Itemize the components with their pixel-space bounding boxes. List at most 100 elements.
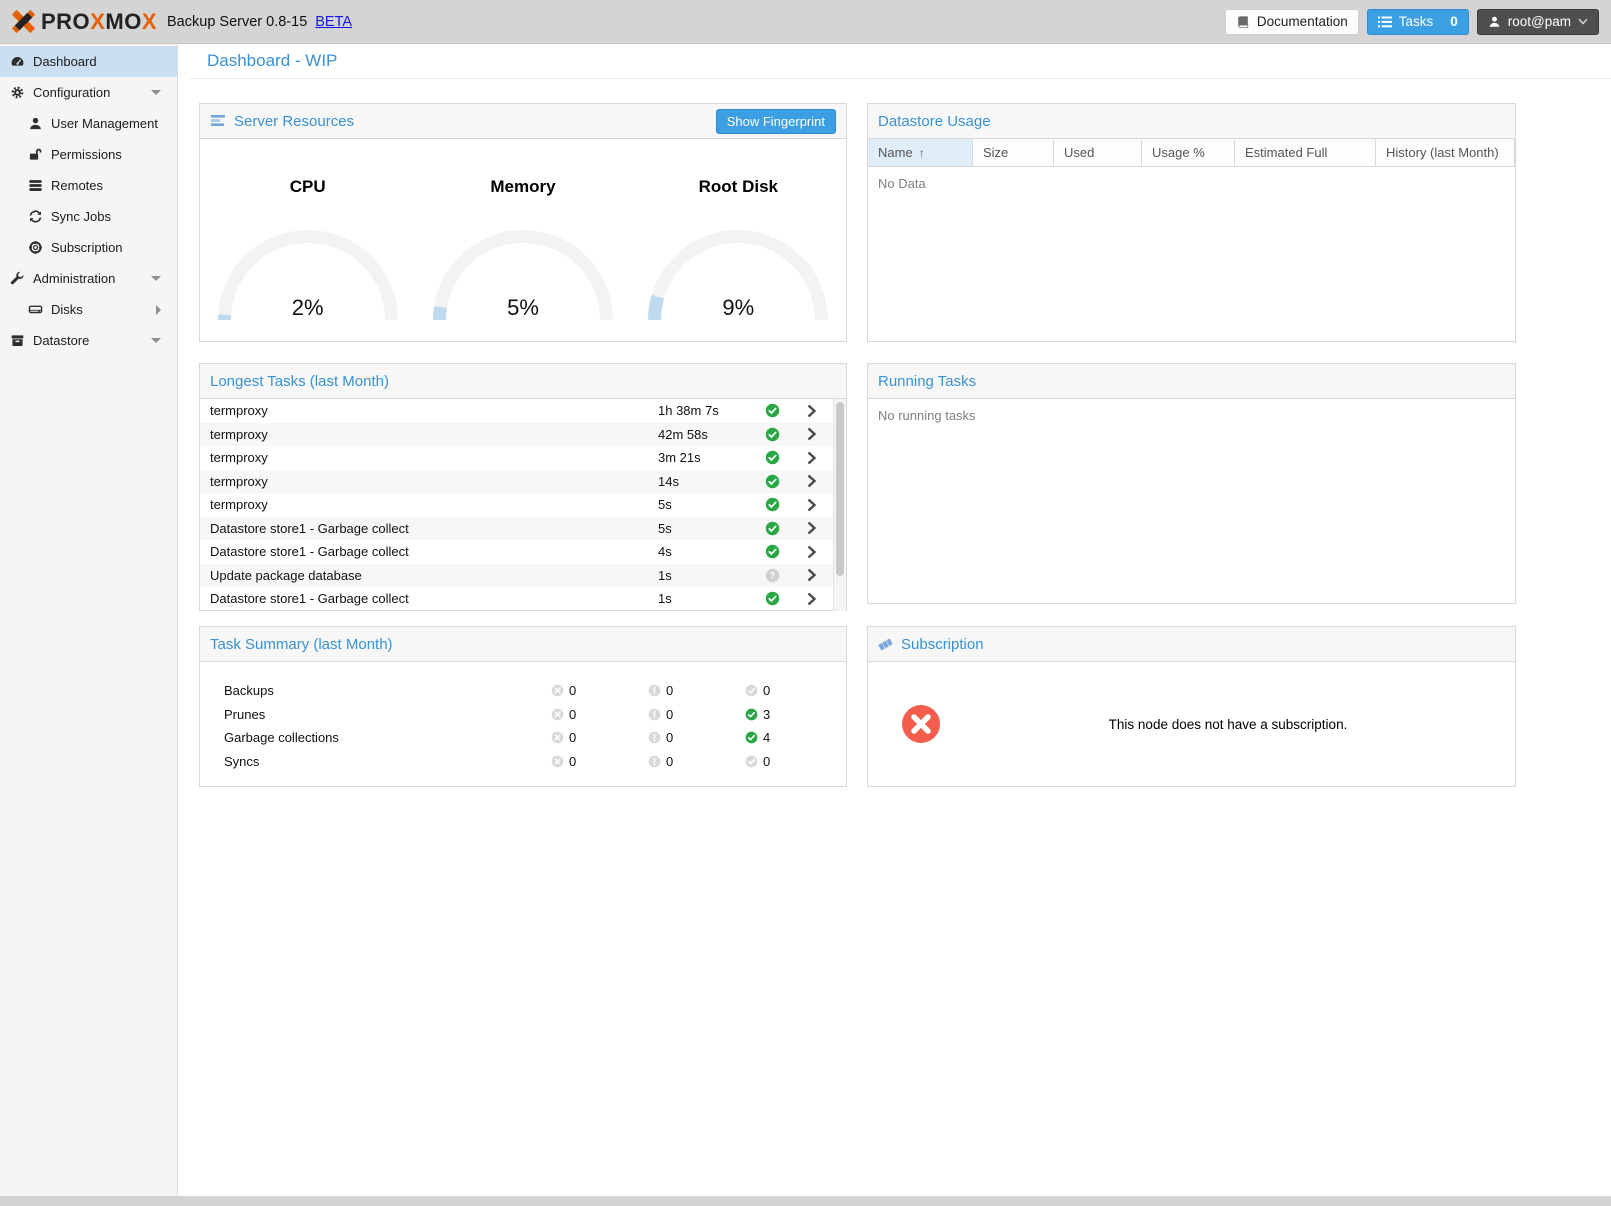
proxmox-x-mark-icon (10, 8, 37, 35)
datastore-usage-table-header: Name ↑ Size Used Usage % Estimated Full … (868, 139, 1515, 167)
column-header-history[interactable]: History (last Month) (1376, 139, 1515, 166)
sidebar-item-configuration[interactable]: Configuration (0, 77, 177, 108)
subscription-message: This node does not have a subscription. (941, 717, 1515, 732)
sidebar-item-user-management[interactable]: User Management (0, 108, 177, 139)
sidebar-item-subscription[interactable]: Subscription (0, 232, 177, 263)
summary-row: Backups 0 0 0 (200, 679, 846, 703)
no-data-text: No Data (868, 167, 1515, 200)
check-circle-icon (745, 731, 758, 744)
user-icon (1488, 15, 1501, 28)
cpu-gauge: CPU 2% (212, 177, 404, 323)
subscription-body: This node does not have a subscription. (868, 662, 1515, 786)
longest-tasks-header: Longest Tasks (last Month) (200, 364, 846, 399)
exclamation-circle-icon (648, 755, 661, 768)
task-row[interactable]: termproxy 1h 38m 7s ? (200, 399, 846, 423)
wrench-icon (10, 271, 25, 286)
panel-title: Longest Tasks (last Month) (210, 373, 389, 390)
task-row[interactable]: Datastore store1 - Garbage collect 4s ? (200, 540, 846, 564)
column-header-used[interactable]: Used (1054, 139, 1142, 166)
check-circle-icon (745, 684, 758, 697)
longest-tasks-list: termproxy 1h 38m 7s ? termproxy 42m 58s … (200, 399, 846, 611)
memory-gauge: Memory 5% (427, 177, 619, 323)
longest-tasks-panel: Longest Tasks (last Month) termproxy 1h … (199, 363, 847, 611)
sidebar-item-administration[interactable]: Administration (0, 263, 177, 294)
collapse-arrow-icon[interactable] (156, 305, 161, 315)
chevron-right-icon[interactable] (790, 474, 832, 488)
chevron-down-icon (1578, 18, 1588, 25)
task-row[interactable]: Datastore store1 - Garbage collect 5s ? (200, 517, 846, 541)
beta-link[interactable]: BETA (315, 14, 352, 30)
expand-arrow-icon[interactable] (151, 90, 161, 95)
task-status-icon: ? (754, 521, 790, 536)
support-icon (28, 240, 43, 255)
server-resources-header: Server Resources Show Fingerprint (200, 104, 846, 139)
task-status-icon: ? (754, 427, 790, 442)
task-status-icon: ? (754, 450, 790, 465)
task-summary-panel: Task Summary (last Month) Backups 0 0 0 (199, 626, 847, 787)
scrollbar[interactable] (833, 399, 846, 611)
sidebar-item-sync-jobs[interactable]: Sync Jobs (0, 201, 177, 232)
panel-title: Task Summary (last Month) (210, 636, 393, 653)
column-header-name[interactable]: Name ↑ (868, 139, 973, 166)
logo-text: PROXMOX (41, 9, 157, 35)
memory-gauge-value: 5% (428, 295, 618, 321)
bars-icon (210, 114, 226, 128)
tasks-count-badge: 0 (1450, 14, 1458, 29)
sidebar-item-permissions[interactable]: Permissions (0, 139, 177, 170)
unlock-icon (28, 147, 43, 162)
task-row[interactable]: Update package database 1s ? (200, 564, 846, 588)
column-header-size[interactable]: Size (973, 139, 1054, 166)
user-menu-button[interactable]: root@pam (1477, 9, 1599, 35)
sidebar-item-datastore[interactable]: Datastore (0, 325, 177, 356)
documentation-button[interactable]: Documentation (1225, 9, 1359, 35)
subscription-panel: Subscription This node does not have a s… (867, 626, 1516, 787)
times-circle-icon (551, 684, 564, 697)
task-row[interactable]: termproxy 3m 21s ? (200, 446, 846, 470)
check-circle-icon (745, 708, 758, 721)
chevron-right-icon[interactable] (790, 592, 832, 606)
expand-arrow-icon[interactable] (151, 276, 161, 281)
task-summary-header: Task Summary (last Month) (200, 627, 846, 662)
datastore-usage-panel: Datastore Usage Name ↑ Size Used Usage %… (867, 103, 1516, 342)
sidebar: Dashboard Configuration User Management … (0, 44, 178, 1196)
chevron-right-icon[interactable] (790, 521, 832, 535)
chevron-right-icon[interactable] (790, 451, 832, 465)
task-status-icon: ? (754, 474, 790, 489)
bottom-scroll-strip (0, 1196, 1611, 1206)
task-row[interactable]: Datastore store1 - Garbage collect 1s ? (200, 587, 846, 611)
chevron-right-icon[interactable] (790, 568, 832, 582)
panel-title: Server Resources (234, 113, 354, 130)
disk-icon (28, 302, 43, 317)
task-status-icon: ? (754, 403, 790, 418)
proxmox-logo: PROXMOX (10, 8, 157, 35)
sort-asc-icon: ↑ (919, 146, 925, 160)
list-icon (1378, 16, 1392, 28)
task-row[interactable]: termproxy 5s ? (200, 493, 846, 517)
task-status-icon: ? (754, 568, 790, 583)
datastore-usage-header: Datastore Usage (868, 104, 1515, 139)
tasks-button[interactable]: Tasks 0 (1367, 9, 1469, 35)
datastore-icon (10, 333, 25, 348)
column-header-estimated-full[interactable]: Estimated Full (1235, 139, 1376, 166)
chevron-right-icon[interactable] (790, 404, 832, 418)
gears-icon (10, 85, 25, 100)
dashboard-content: Server Resources Show Fingerprint CPU 2%… (190, 79, 1611, 1196)
sidebar-item-remotes[interactable]: Remotes (0, 170, 177, 201)
times-circle-icon (901, 704, 941, 744)
chevron-right-icon[interactable] (790, 545, 832, 559)
tachometer-icon (10, 54, 25, 69)
check-circle-icon (745, 755, 758, 768)
chevron-right-icon[interactable] (790, 498, 832, 512)
sidebar-item-disks[interactable]: Disks (0, 294, 177, 325)
scrollbar-thumb[interactable] (836, 402, 844, 576)
ticket-icon (878, 637, 893, 652)
sidebar-item-dashboard[interactable]: Dashboard (0, 46, 177, 77)
root-disk-gauge: Root Disk 9% (642, 177, 834, 323)
exclamation-circle-icon (648, 708, 661, 721)
task-row[interactable]: termproxy 14s ? (200, 470, 846, 494)
column-header-usage-pct[interactable]: Usage % (1142, 139, 1235, 166)
show-fingerprint-button[interactable]: Show Fingerprint (716, 109, 836, 134)
chevron-right-icon[interactable] (790, 427, 832, 441)
task-row[interactable]: termproxy 42m 58s ? (200, 423, 846, 447)
expand-arrow-icon[interactable] (151, 338, 161, 343)
